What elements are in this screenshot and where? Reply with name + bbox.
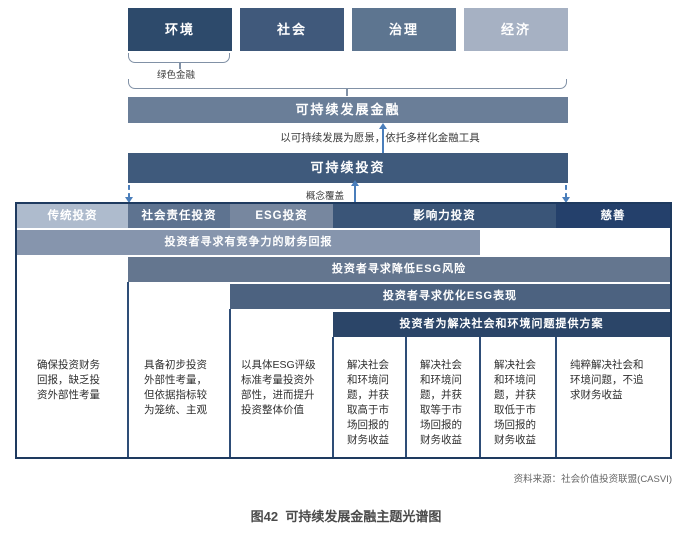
description-impact-above-market: 解决社会和环境问题，并获取高于市场回报的财务收益 <box>347 359 389 446</box>
concept-coverage-note: 概念覆盖 <box>305 191 344 202</box>
column-header-traditional-investment: 传统投资 <box>17 204 128 228</box>
esg-box-governance: 治理 <box>352 8 456 51</box>
cell-divider-6 <box>555 337 557 457</box>
description-impact-equal-market: 解决社会和环境问题，并获取等于市场回报的财务收益 <box>420 359 462 446</box>
column-header-social-responsibility-investment: 社会责任投资 <box>128 204 230 228</box>
column-header-impact-investment: 影响力投资 <box>333 204 556 228</box>
figure-42-spectrum-diagram: 环境 社会 治理 经济 绿色金融 可持续发展金融 以可持续发展为愿景，依托多样化… <box>0 0 692 535</box>
description-impact-below-market: 解决社会和环境问题，并获取低于市场回报的财务收益 <box>494 359 536 446</box>
up-arrow-line-2 <box>354 185 356 202</box>
description-philanthropy: 纯粹解决社会和环境问题，不追求财务收益 <box>570 359 644 401</box>
column-header-philanthropy: 慈善 <box>556 204 670 228</box>
description-social-responsibility: 具备初步投资外部性考量，但依据指标较为笼统、主观 <box>144 359 207 416</box>
description-esg: 以具体ESG评级标准考量投资外部性，进而提升投资整体价值 <box>241 359 316 416</box>
figure-caption: 图42 可持续发展金融主题光谱图 <box>250 509 442 524</box>
up-arrow-head-2 <box>351 180 359 186</box>
esg-box-economy: 经济 <box>464 8 568 51</box>
goal-bar-competitive-returns: 投资者寻求有竞争力的财务回报 <box>17 230 480 255</box>
cell-divider-2 <box>229 309 231 457</box>
cell-divider-3 <box>332 337 334 457</box>
cell-divider-1 <box>127 282 129 457</box>
esg-box-social: 社会 <box>240 8 344 51</box>
source-note: 资料来源：社会价值投资联盟(CASVI) <box>513 474 672 485</box>
goal-bar-reduce-esg-risk: 投资者寻求降低ESG风险 <box>128 257 670 282</box>
column-header-esg-investment: ESG投资 <box>230 204 333 228</box>
sustainable-investment-bar: 可持续投资 <box>128 153 568 183</box>
cell-divider-5 <box>479 337 481 457</box>
spectrum-table: 传统投资 社会责任投资 ESG投资 影响力投资 慈善 投资者寻求有竞争力的财务回… <box>15 202 672 459</box>
sustainable-finance-note: 以可持续发展为愿景，依托多样化金融工具 <box>280 132 480 144</box>
up-arrow-head-1 <box>379 123 387 129</box>
goal-bar-solve-social-environmental-problems: 投资者为解决社会和环境问题提供方案 <box>333 312 670 337</box>
cell-divider-4 <box>405 337 407 457</box>
all-boxes-bracket-tick <box>346 88 348 96</box>
description-traditional: 确保投资财务回报，缺乏投资外部性考量 <box>37 359 100 401</box>
goal-bar-optimize-esg-performance: 投资者寻求优化ESG表现 <box>230 284 670 309</box>
sustainable-finance-bar: 可持续发展金融 <box>128 97 568 123</box>
esg-box-environment: 环境 <box>128 8 232 51</box>
